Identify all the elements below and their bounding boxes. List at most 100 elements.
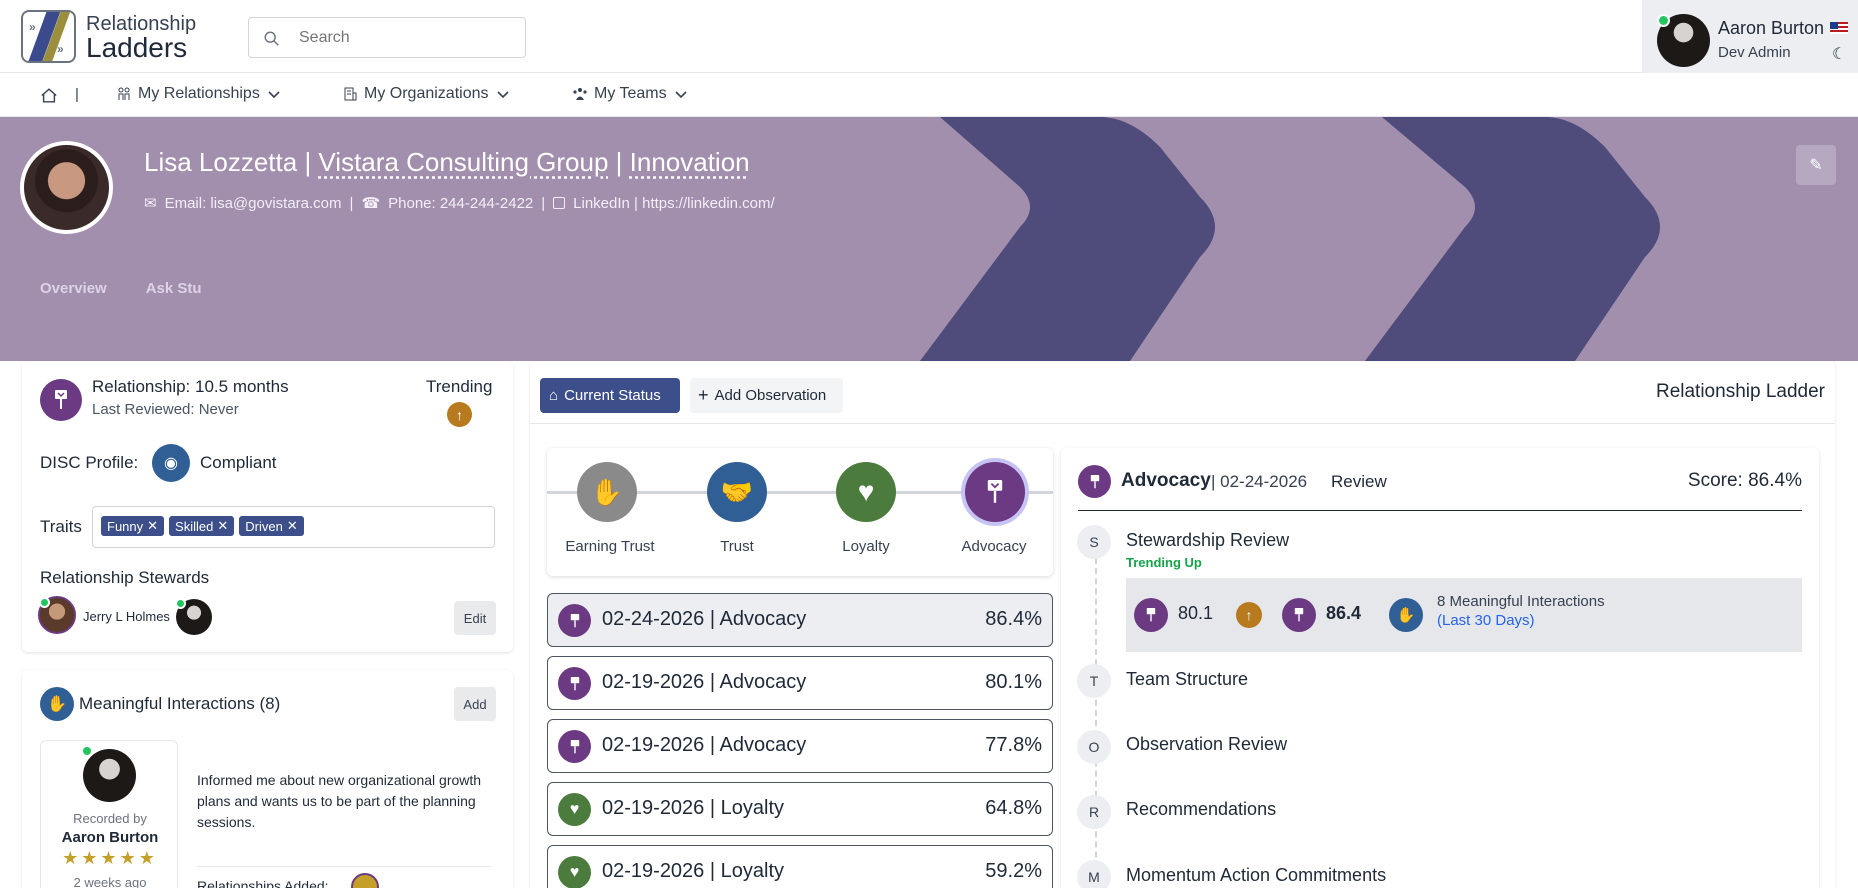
nav-my-organizations[interactable]: My Organizations — [342, 85, 511, 103]
stage-loyalty[interactable]: ♥ — [836, 462, 896, 522]
stage-label: Advocacy — [931, 538, 1057, 555]
trait-tag[interactable]: Funny ✕ — [101, 516, 164, 536]
advocacy-icon — [558, 730, 591, 763]
tab-ask-stu[interactable]: Ask Stu — [146, 280, 202, 297]
nav-my-relationships[interactable]: My Relationships — [116, 85, 282, 103]
last-reviewed: Last Reviewed: Never — [92, 401, 239, 418]
logo-text-bottom: Ladders — [86, 32, 187, 64]
review-score: 77.8% — [985, 734, 1042, 757]
review-date: 02-24-2026 | Advocacy — [602, 608, 806, 631]
team-icon — [572, 86, 588, 102]
story-connector — [1095, 548, 1097, 888]
divider — [197, 866, 491, 867]
phone-icon: ☎ — [361, 194, 380, 212]
heart-icon: ♥ — [558, 793, 591, 826]
step-s-icon: S — [1077, 525, 1111, 559]
dark-mode-icon[interactable]: ☾ — [1832, 44, 1846, 64]
step-team-structure[interactable]: Team Structure — [1126, 669, 1248, 690]
trending-up-label: Trending Up — [1126, 555, 1202, 570]
step-stewardship-review[interactable]: Stewardship Review — [1126, 530, 1289, 551]
review-detail-panel: Advocacy | 02-24-2026 Review Score: 86.4… — [1061, 448, 1819, 888]
tab-overview[interactable]: Overview — [40, 280, 107, 297]
detail-date: | 02-24-2026 — [1211, 472, 1307, 492]
contact-phone[interactable]: Phone: 244-244-2422 — [388, 195, 533, 212]
app-logo[interactable]: » » — [21, 10, 76, 63]
step-observation-review[interactable]: Observation Review — [1126, 734, 1287, 755]
relationships-added-label: Relationships Added: — [197, 878, 329, 888]
organization-link[interactable]: Vistara Consulting Group — [318, 147, 608, 177]
contact-email[interactable]: Email: lisa@govistara.com — [165, 195, 342, 212]
nav-label: My Teams — [594, 85, 667, 103]
nav-my-teams[interactable]: My Teams — [572, 85, 689, 103]
add-interaction-button[interactable]: Add — [454, 687, 496, 721]
advocacy-icon — [1078, 465, 1111, 498]
chevron-down-icon — [495, 86, 511, 102]
search-input[interactable] — [299, 27, 509, 49]
trait-tag[interactable]: Skilled ✕ — [169, 516, 234, 536]
department-link[interactable]: Innovation — [630, 147, 750, 177]
review-row[interactable]: 02-19-2026 | Advocacy 77.8% — [547, 719, 1053, 773]
online-status-icon — [81, 745, 93, 757]
online-status-icon — [1657, 14, 1670, 27]
stage-earning-trust[interactable]: ✋ — [577, 462, 637, 522]
pencil-icon: ✎ — [1809, 155, 1822, 175]
online-status-icon — [39, 597, 50, 608]
interactions-period-link[interactable]: (Last 30 Days) — [1437, 612, 1535, 629]
nav-label: My Relationships — [138, 85, 260, 103]
interaction-text: Informed me about new organizational gro… — [197, 770, 497, 833]
remove-icon[interactable]: ✕ — [147, 518, 158, 534]
step-momentum-action-commitments[interactable]: Momentum Action Commitments — [1126, 865, 1386, 886]
review-score: 86.4% — [985, 608, 1042, 631]
linkedin-icon — [553, 197, 565, 209]
interaction-recorder-box: Recorded by Aaron Burton ★★★★★ 2 weeks a… — [40, 740, 178, 888]
review-row[interactable]: 02-24-2026 | Advocacy 86.4% — [547, 593, 1053, 647]
ladder-stages: ✋ 🤝 ♥ Earning Trust Trust Loyalty Advoca… — [547, 448, 1053, 576]
us-flag-icon[interactable] — [1830, 22, 1848, 34]
advocacy-icon — [558, 667, 591, 700]
recorded-by-label: Recorded by — [41, 811, 179, 826]
profile-tabs: Overview Ask Stu — [40, 280, 202, 297]
search-box[interactable] — [248, 17, 526, 58]
building-icon — [342, 86, 358, 102]
edit-profile-button[interactable]: ✎ — [1796, 145, 1836, 185]
remove-icon[interactable]: ✕ — [287, 518, 298, 534]
review-date: 02-19-2026 | Advocacy — [602, 671, 806, 694]
traits-label: Traits — [40, 517, 82, 537]
advocacy-icon — [965, 462, 1025, 522]
remove-icon[interactable]: ✕ — [217, 518, 228, 534]
online-status-icon — [175, 598, 186, 609]
trending-up-icon: ↑ — [1236, 602, 1262, 628]
detail-score: Score: 86.4% — [1688, 470, 1802, 492]
contact-linkedin[interactable]: LinkedIn | https://linkedin.com/ — [573, 195, 775, 212]
top-bar: » » Relationship Ladders Aaron Burton De… — [0, 0, 1858, 73]
current-status-button[interactable]: ⌂ Current Status — [540, 378, 680, 413]
avatar[interactable] — [351, 873, 379, 888]
edit-stewards-button[interactable]: Edit — [454, 601, 496, 635]
previous-score: 80.1 — [1178, 603, 1213, 624]
step-m-icon: M — [1077, 860, 1111, 888]
review-row[interactable]: 02-19-2026 | Advocacy 80.1% — [547, 656, 1053, 710]
interaction-icon: ✋ — [1389, 598, 1423, 632]
step-recommendations[interactable]: Recommendations — [1126, 799, 1276, 820]
contact-photo — [20, 141, 113, 234]
trait-tag[interactable]: Driven ✕ — [239, 516, 303, 536]
traits-input[interactable]: Funny ✕ Skilled ✕ Driven ✕ — [92, 506, 495, 548]
review-score: 64.8% — [985, 797, 1042, 820]
meaningful-interactions-card: ✋ Meaningful Interactions (8) Add Record… — [22, 670, 513, 888]
home-icon[interactable] — [40, 87, 58, 104]
nav-label: My Organizations — [364, 85, 489, 103]
hands-icon: ✋ — [577, 462, 637, 522]
time-ago: 2 weeks ago — [41, 875, 179, 888]
review-date: 02-19-2026 | Loyalty — [602, 797, 784, 820]
review-row[interactable]: ♥ 02-19-2026 | Loyalty 59.2% — [547, 845, 1053, 888]
user-menu[interactable]: Aaron Burton Dev Admin ☾ — [1642, 0, 1858, 73]
stage-trust[interactable]: 🤝 — [707, 462, 767, 522]
add-observation-button[interactable]: + Add Observation — [690, 378, 843, 413]
stage-advocacy[interactable] — [965, 462, 1025, 522]
review-row[interactable]: ♥ 02-19-2026 | Loyalty 64.8% — [547, 782, 1053, 836]
detail-review: Review — [1331, 472, 1387, 492]
recorder-name: Aaron Burton — [41, 829, 179, 846]
avatar[interactable] — [83, 749, 136, 802]
avatar[interactable] — [1657, 14, 1710, 67]
review-date: 02-19-2026 | Advocacy — [602, 734, 806, 757]
